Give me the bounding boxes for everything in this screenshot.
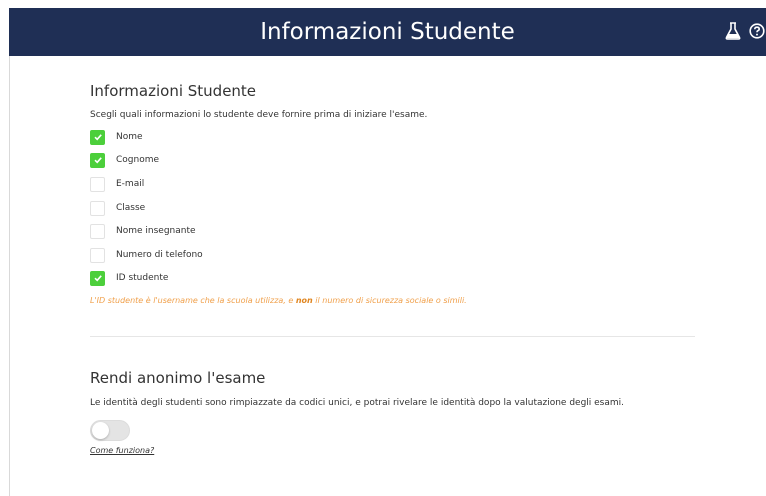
anonymize-title: Rendi anonimo l'esame xyxy=(90,369,266,387)
note-text-before: L'ID studente è l'username che la scuola… xyxy=(90,296,296,305)
option-label: Cognome xyxy=(116,155,160,165)
flask-icon[interactable] xyxy=(725,22,741,40)
classe-checkbox[interactable] xyxy=(90,200,105,216)
how-it-works-link[interactable]: Come funziona? xyxy=(90,446,154,455)
check-icon xyxy=(93,134,102,141)
student-info-description: Scegli quali informazioni lo studente de… xyxy=(90,110,428,120)
anonymize-toggle[interactable] xyxy=(90,420,130,441)
option-id-studente[interactable]: ID studente xyxy=(90,270,168,286)
anonymize-description: Le identità degli studenti sono rimpiazz… xyxy=(90,398,625,408)
student-id-note: L'ID studente è l'username che la scuola… xyxy=(90,296,467,305)
option-label: E-mail xyxy=(116,179,145,189)
section-divider xyxy=(90,336,695,337)
header-bar: Informazioni Studente xyxy=(9,8,766,56)
toggle-knob xyxy=(92,422,109,439)
option-nome[interactable]: Nome xyxy=(90,129,143,145)
option-nome-insegnante[interactable]: Nome insegnante xyxy=(90,223,196,239)
option-label: Nome insegnante xyxy=(116,226,196,236)
option-classe[interactable]: Classe xyxy=(90,200,145,216)
cognome-checkbox[interactable] xyxy=(90,152,105,168)
numero-telefono-checkbox[interactable] xyxy=(90,247,105,263)
option-cognome[interactable]: Cognome xyxy=(90,152,159,168)
note-bold: non xyxy=(295,296,313,305)
option-label: ID studente xyxy=(116,273,169,283)
nome-insegnante-checkbox[interactable] xyxy=(90,223,105,239)
option-numero-telefono[interactable]: Numero di telefono xyxy=(90,247,203,263)
option-label: Nome xyxy=(116,132,143,142)
nome-checkbox[interactable] xyxy=(90,129,105,145)
note-text-after: il numero di sicurezza sociale o simili. xyxy=(312,296,467,305)
email-checkbox[interactable] xyxy=(90,176,105,192)
option-label: Numero di telefono xyxy=(116,250,203,260)
id-studente-checkbox[interactable] xyxy=(90,270,105,286)
option-email[interactable]: E-mail xyxy=(90,176,144,192)
student-info-title: Informazioni Studente xyxy=(90,82,257,100)
check-icon xyxy=(93,275,102,282)
help-circle-icon[interactable] xyxy=(749,23,765,39)
option-label: Classe xyxy=(116,203,146,213)
page-title: Informazioni Studente xyxy=(260,19,515,45)
check-icon xyxy=(93,157,102,164)
